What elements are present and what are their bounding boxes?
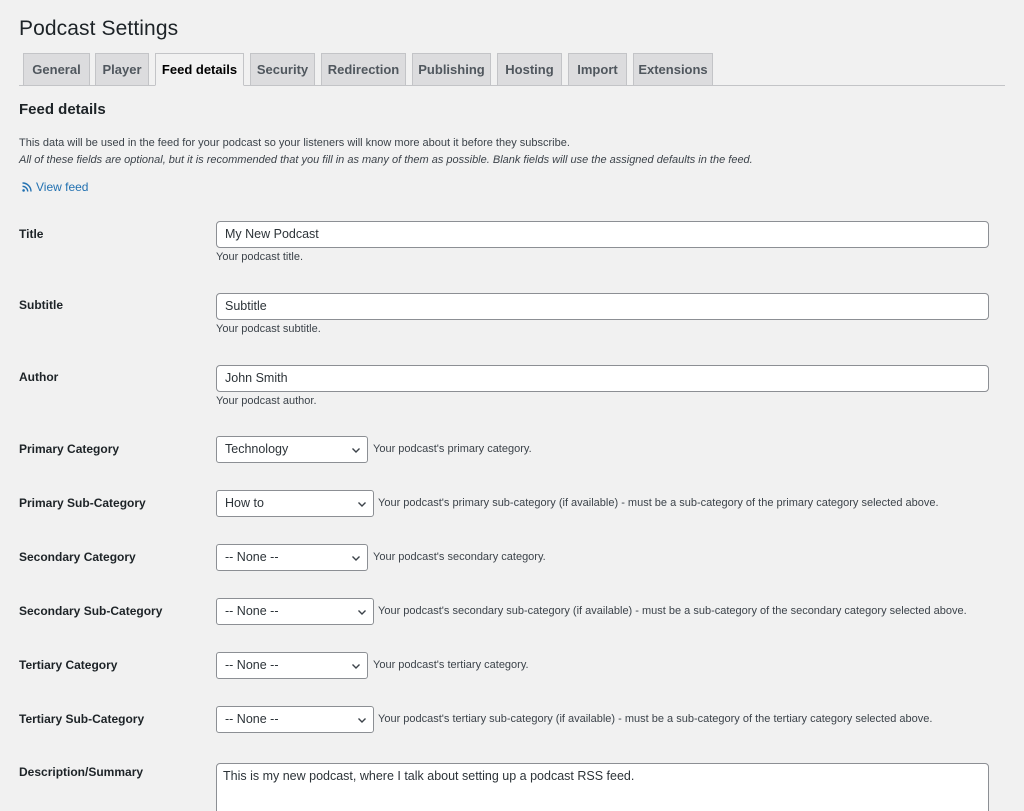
tab-hosting[interactable]: Hosting <box>497 53 562 85</box>
chevron-down-icon <box>352 448 360 453</box>
settings-tabs: General Player Feed details Security Red… <box>19 53 1005 86</box>
tab-import[interactable]: Import <box>568 53 627 85</box>
rss-icon <box>22 182 32 192</box>
title-input[interactable]: My New Podcast <box>216 221 989 248</box>
section-title: Feed details <box>19 101 106 118</box>
title-help: Your podcast title. <box>216 251 304 263</box>
secondary-category-help: Your podcast's secondary category. <box>373 551 546 563</box>
secondary-category-value: -- None -- <box>225 550 279 564</box>
tertiary-sub-category-select[interactable]: -- None -- <box>216 706 374 733</box>
primary-sub-category-label: Primary Sub-Category <box>19 496 146 510</box>
tertiary-category-label: Tertiary Category <box>19 658 118 672</box>
tertiary-category-help: Your podcast's tertiary category. <box>373 659 529 671</box>
view-feed-label: View feed <box>36 180 89 194</box>
author-help: Your podcast author. <box>216 395 317 407</box>
primary-category-help: Your podcast's primary category. <box>373 443 532 455</box>
author-label: Author <box>19 370 59 384</box>
settings-page: Podcast Settings General Player Feed det… <box>0 0 1024 811</box>
tab-general[interactable]: General <box>23 53 90 85</box>
intro-text: This data will be used in the feed for y… <box>19 137 570 149</box>
author-input[interactable]: John Smith <box>216 365 989 392</box>
tertiary-sub-category-help: Your podcast's tertiary sub-category (if… <box>378 713 933 725</box>
tab-feed-details[interactable]: Feed details <box>155 53 244 86</box>
tab-extensions[interactable]: Extensions <box>633 53 713 85</box>
subtitle-help: Your podcast subtitle. <box>216 323 321 335</box>
title-label: Title <box>19 227 44 241</box>
subtitle-input[interactable]: Subtitle <box>216 293 989 320</box>
tab-player[interactable]: Player <box>95 53 149 85</box>
tertiary-category-select[interactable]: -- None -- <box>216 652 368 679</box>
primary-category-label: Primary Category <box>19 442 120 456</box>
secondary-sub-category-value: -- None -- <box>225 604 279 618</box>
secondary-sub-category-select[interactable]: -- None -- <box>216 598 374 625</box>
view-feed-link[interactable]: View feed <box>22 180 88 194</box>
chevron-down-icon <box>352 556 360 561</box>
section-intro: This data will be used in the feed for y… <box>19 135 753 169</box>
chevron-down-icon <box>358 610 366 615</box>
secondary-category-label: Secondary Category <box>19 550 136 564</box>
primary-category-select[interactable]: Technology <box>216 436 368 463</box>
secondary-category-select[interactable]: -- None -- <box>216 544 368 571</box>
description-textarea[interactable]: This is my new podcast, where I talk abo… <box>216 763 989 811</box>
tertiary-sub-category-value: -- None -- <box>225 712 279 726</box>
tab-security[interactable]: Security <box>250 53 315 85</box>
description-label: Description/Summary <box>19 765 144 779</box>
primary-sub-category-help: Your podcast's primary sub-category (if … <box>378 497 939 509</box>
primary-sub-category-select[interactable]: How to <box>216 490 374 517</box>
tertiary-sub-category-label: Tertiary Sub-Category <box>19 712 145 726</box>
tab-publishing[interactable]: Publishing <box>412 53 491 85</box>
secondary-sub-category-label: Secondary Sub-Category <box>19 604 163 618</box>
chevron-down-icon <box>352 664 360 669</box>
page-title: Podcast Settings <box>19 17 179 40</box>
subtitle-label: Subtitle <box>19 298 63 312</box>
secondary-sub-category-help: Your podcast's secondary sub-category (i… <box>378 605 967 617</box>
tertiary-category-value: -- None -- <box>225 658 279 672</box>
primary-sub-category-value: How to <box>225 496 264 510</box>
chevron-down-icon <box>358 718 366 723</box>
primary-category-value: Technology <box>225 442 289 456</box>
intro-note: All of these fields are optional, but it… <box>19 154 753 166</box>
tab-redirection[interactable]: Redirection <box>321 53 406 85</box>
chevron-down-icon <box>358 502 366 507</box>
